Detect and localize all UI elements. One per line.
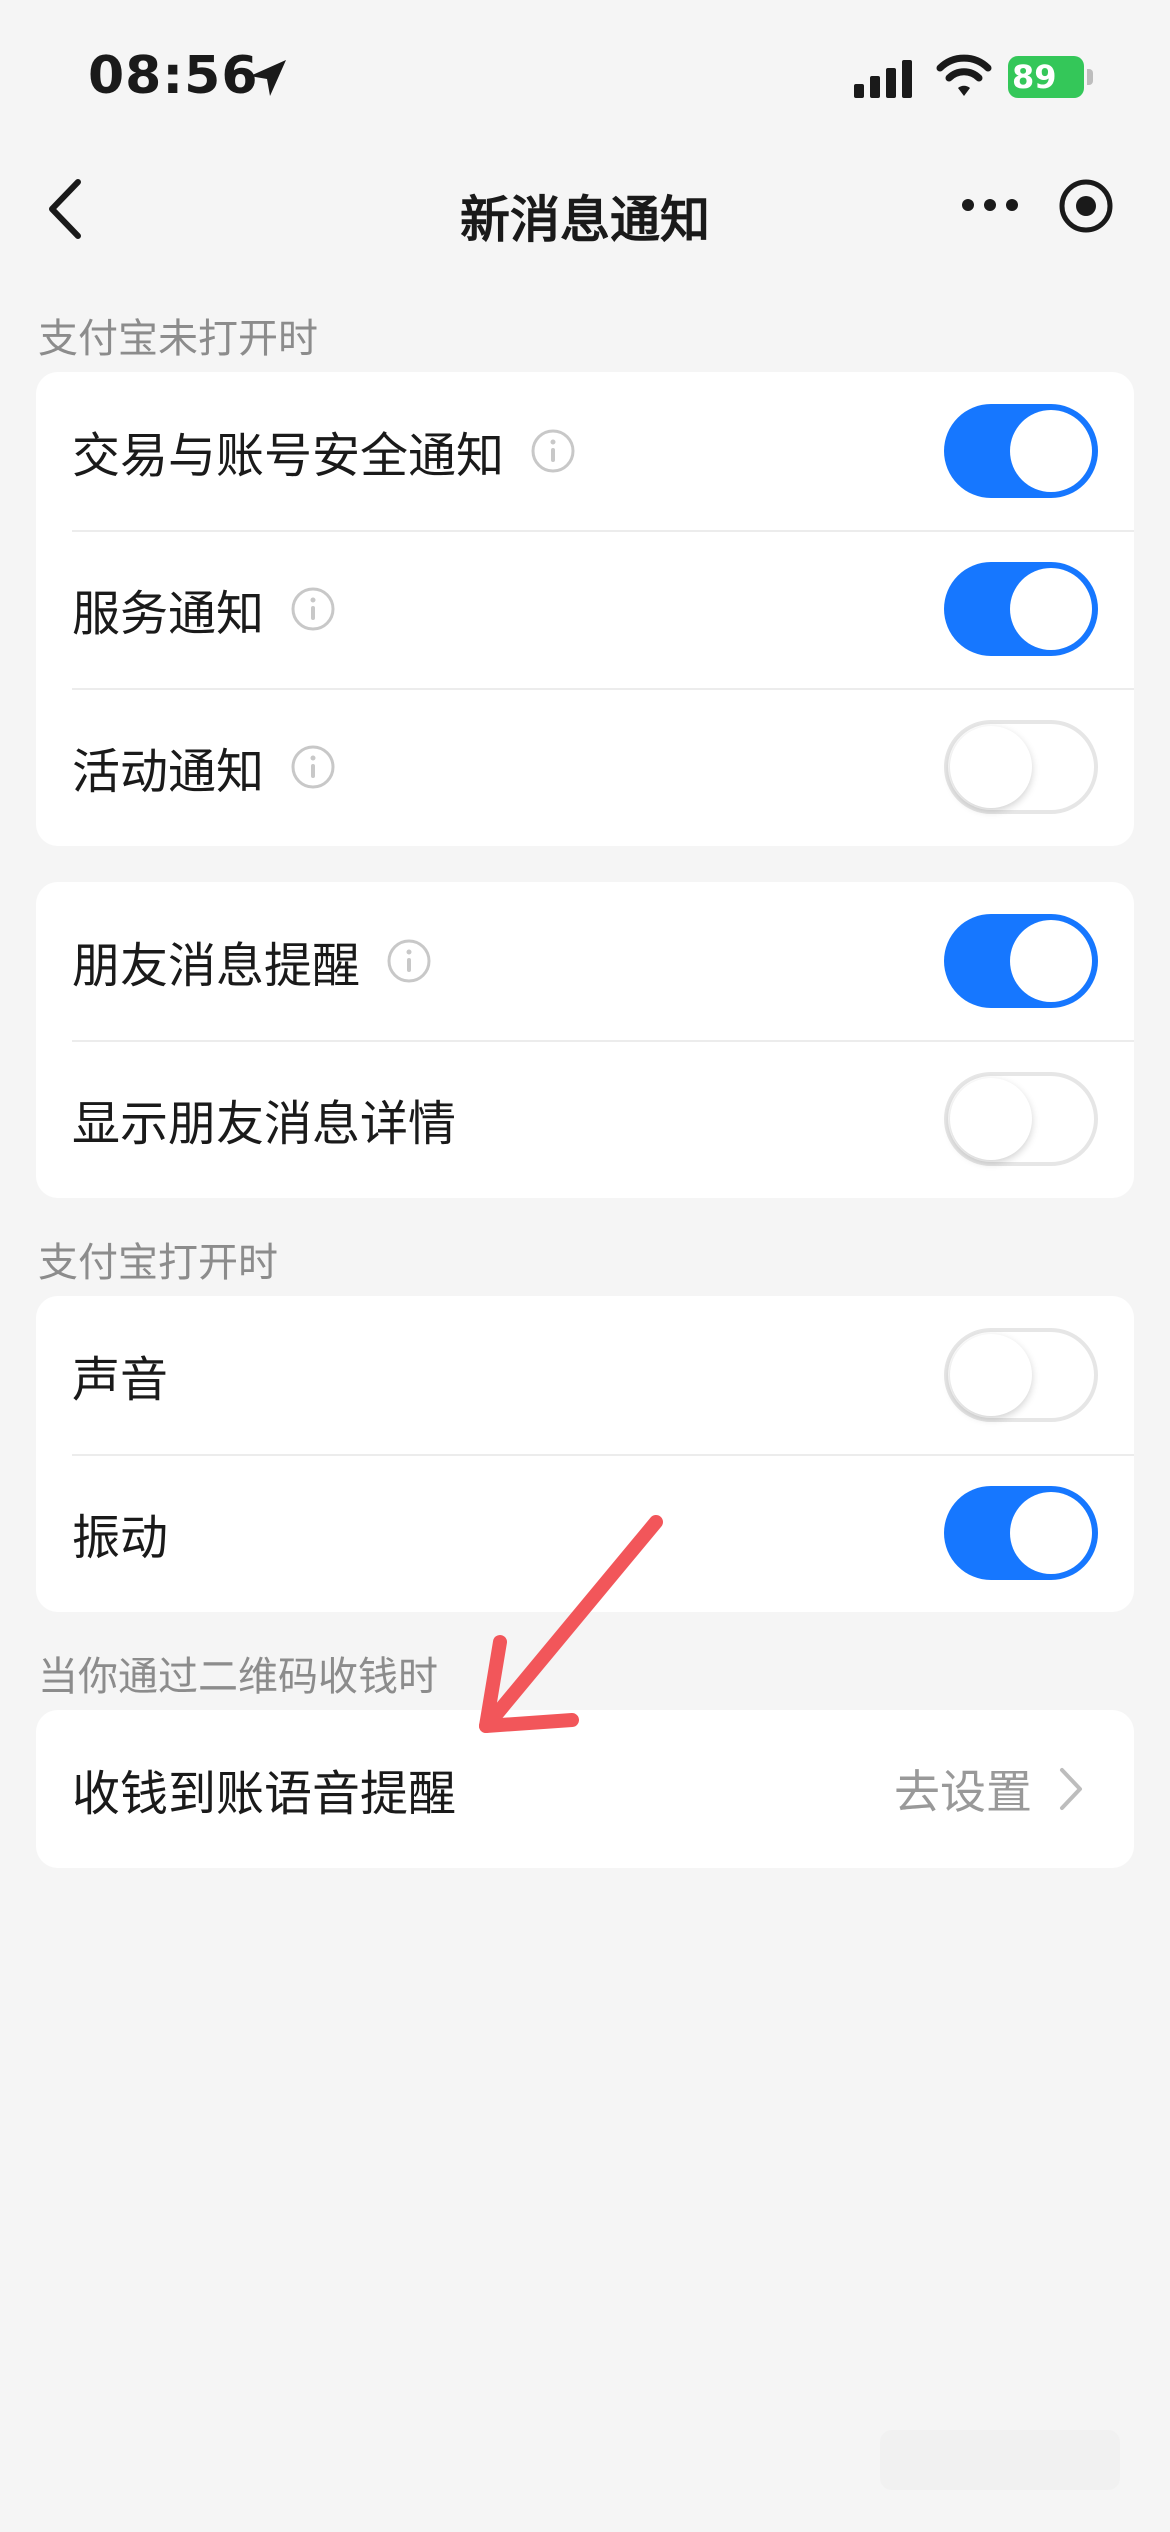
notification-settings-screen: 08:56 89 新消息通知 支付宝未打开时 交易与账号安全通知 服务通知 活动… [0, 0, 1170, 2532]
row-sound: 声音 [36, 1296, 1134, 1454]
row-friend-details: 显示朋友消息详情 [36, 1040, 1134, 1198]
wifi-icon [936, 54, 992, 96]
status-time: 08:56 [88, 46, 259, 106]
row-friend-reminder: 朋友消息提醒 [36, 882, 1134, 1040]
row-label: 朋友消息提醒 [72, 938, 361, 994]
status-bar: 08:56 89 [0, 0, 1170, 140]
battery-cap [1087, 69, 1093, 85]
toggle-knob [1010, 568, 1092, 650]
battery-level: 89 [1012, 58, 1057, 96]
toggle-trade-security[interactable] [944, 404, 1098, 498]
section-label-app-closed: 支付宝未打开时 [38, 316, 318, 362]
row-label: 显示朋友消息详情 [72, 1096, 457, 1152]
toggle-service[interactable] [944, 562, 1098, 656]
row-label: 声音 [72, 1352, 169, 1408]
row-label: 收钱到账语音提醒 [72, 1766, 457, 1822]
row-label: 振动 [72, 1510, 169, 1566]
card-friends: 朋友消息提醒 显示朋友消息详情 [36, 882, 1134, 1198]
toggle-activity[interactable] [944, 720, 1098, 814]
toggle-knob [1010, 920, 1092, 1002]
row-label: 交易与账号安全通知 [72, 428, 505, 484]
toggle-knob [950, 726, 1032, 808]
toggle-vibration[interactable] [944, 1486, 1098, 1580]
annotation-arrow-icon [479, 1515, 663, 1733]
row-service: 服务通知 [36, 530, 1134, 688]
row-trade-security: 交易与账号安全通知 [36, 372, 1134, 530]
battery-indicator: 89 [1008, 56, 1093, 98]
battery-body: 89 [1008, 56, 1084, 98]
card-app-closed: 交易与账号安全通知 服务通知 活动通知 [36, 372, 1134, 846]
target-icon[interactable] [1058, 178, 1114, 234]
watermark [880, 2430, 1120, 2490]
row-activity: 活动通知 [36, 688, 1134, 846]
toggle-knob [950, 1078, 1032, 1160]
row-label: 服务通知 [72, 586, 265, 642]
toggle-knob [1010, 410, 1092, 492]
row-label: 活动通知 [72, 744, 265, 800]
chevron-right-icon [1060, 1768, 1082, 1810]
toggle-sound[interactable] [944, 1328, 1098, 1422]
info-icon[interactable] [386, 938, 432, 984]
info-icon[interactable] [290, 744, 336, 790]
toggle-friend-details[interactable] [944, 1072, 1098, 1166]
toggle-knob [950, 1334, 1032, 1416]
go-settings-link[interactable]: 去设置 [894, 1756, 1032, 1822]
nav-bar: 新消息通知 [0, 150, 1170, 270]
section-label-app-open: 支付宝打开时 [38, 1240, 278, 1286]
location-arrow-icon [250, 60, 286, 96]
signal-icon [854, 60, 912, 98]
more-icon[interactable] [960, 190, 1020, 220]
toggle-friend-reminder[interactable] [944, 914, 1098, 1008]
info-icon[interactable] [290, 586, 336, 632]
section-label-qr-payment: 当你通过二维码收钱时 [38, 1654, 438, 1700]
toggle-knob [1010, 1492, 1092, 1574]
info-icon[interactable] [530, 428, 576, 474]
